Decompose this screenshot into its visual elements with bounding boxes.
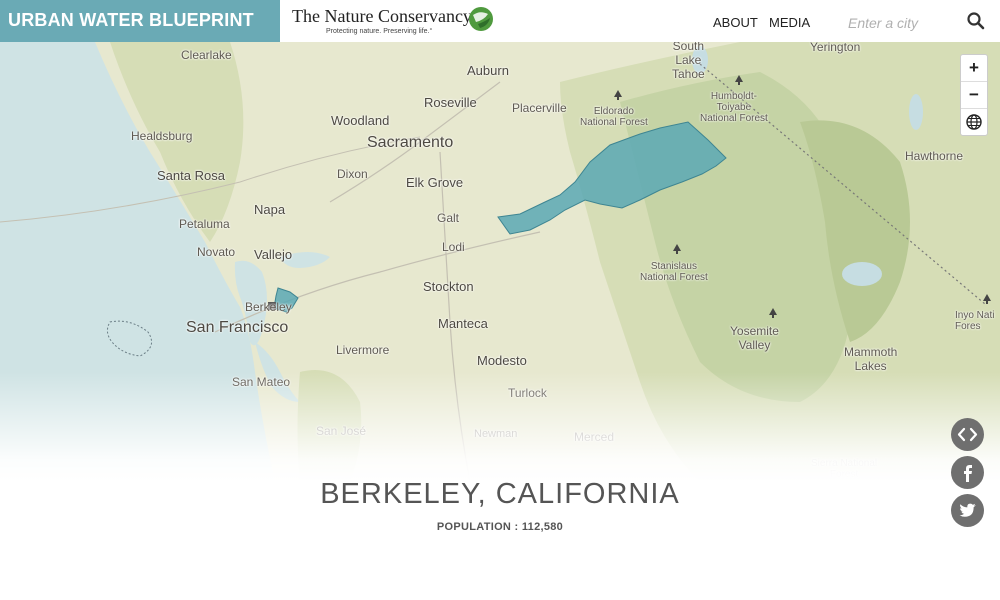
twitter-share-button[interactable] bbox=[951, 494, 984, 527]
label-healdsburg: Healdsburg bbox=[131, 129, 193, 143]
label-sierra-forest: Sierra National Forest bbox=[811, 458, 878, 480]
label-woodland: Woodland bbox=[331, 113, 390, 128]
label-petaluma: Petaluma bbox=[179, 217, 230, 231]
label-hawthorne: Hawthorne bbox=[905, 149, 964, 163]
nav-about-link[interactable]: ABOUT bbox=[713, 15, 758, 30]
label-humboldt-forest: Humboldt- Toiyabe National Forest bbox=[700, 91, 768, 124]
label-lodi: Lodi bbox=[442, 240, 465, 254]
zoom-out-button[interactable]: − bbox=[961, 82, 987, 109]
label-sacramento: Sacramento bbox=[367, 134, 454, 151]
label-modesto: Modesto bbox=[477, 353, 527, 368]
label-merced: Merced bbox=[574, 430, 615, 444]
label-yerington: Yerington bbox=[810, 42, 861, 54]
partner-tagline: Protecting nature. Preserving life.° bbox=[326, 28, 433, 35]
label-berkeley: Berkeley bbox=[245, 300, 292, 314]
label-napa: Napa bbox=[254, 202, 286, 217]
label-turlock: Turlock bbox=[508, 386, 547, 400]
terrain-map bbox=[0, 42, 1000, 482]
search-icon[interactable] bbox=[966, 11, 986, 31]
label-eldorado-forest: Eldorado National Forest bbox=[580, 106, 648, 128]
globe-leaf-logo-icon bbox=[469, 7, 493, 31]
globe-button[interactable] bbox=[961, 109, 987, 135]
label-livermore: Livermore bbox=[336, 343, 390, 357]
tree-icon bbox=[673, 244, 681, 254]
city-title: BERKELEY, CALIFORNIA bbox=[320, 478, 680, 510]
label-san-francisco: San Francisco bbox=[186, 319, 289, 336]
label-san-mateo: San Mateo bbox=[232, 375, 291, 389]
label-roseville: Roseville bbox=[424, 95, 477, 110]
facebook-share-button[interactable] bbox=[951, 456, 984, 489]
label-stockton: Stockton bbox=[423, 279, 474, 294]
label-placerville: Placerville bbox=[512, 101, 567, 115]
facebook-icon bbox=[964, 465, 972, 482]
tree-icon bbox=[735, 75, 743, 85]
embed-button[interactable] bbox=[951, 418, 984, 451]
city-search-input[interactable] bbox=[846, 12, 960, 34]
brand-title[interactable]: URBAN WATER BLUEPRINT bbox=[8, 10, 254, 31]
partner-name: The Nature Conservancy bbox=[292, 6, 472, 26]
twitter-icon bbox=[959, 503, 976, 517]
label-san-jose: San José bbox=[316, 424, 367, 438]
nav-media-link[interactable]: MEDIA bbox=[769, 15, 810, 30]
label-novato: Novato bbox=[197, 245, 236, 259]
brand-banner[interactable]: URBAN WATER BLUEPRINT bbox=[0, 0, 280, 42]
tree-icon bbox=[614, 90, 622, 100]
label-clearlake: Clearlake bbox=[181, 48, 232, 62]
tree-icon bbox=[769, 308, 777, 318]
tree-icon bbox=[983, 294, 991, 304]
zoom-control: + − bbox=[960, 54, 988, 136]
population-stat: POPULATION : 112,580 bbox=[436, 521, 564, 533]
label-dixon: Dixon bbox=[337, 167, 368, 181]
partner-logo[interactable]: The Nature Conservancy Protecting nature… bbox=[292, 6, 502, 38]
label-newman: Newman bbox=[474, 428, 518, 440]
top-bar: URBAN WATER BLUEPRINT The Nature Conserv… bbox=[0, 0, 1000, 42]
label-elk-grove: Elk Grove bbox=[406, 175, 464, 190]
label-stanislaus-forest: Stanislaus National Forest bbox=[640, 261, 708, 283]
embed-code-icon bbox=[957, 427, 978, 442]
zoom-in-button[interactable]: + bbox=[961, 55, 987, 82]
label-manteca: Manteca bbox=[438, 316, 488, 331]
label-galt: Galt bbox=[437, 211, 460, 225]
label-santa-rosa: Santa Rosa bbox=[157, 168, 225, 183]
label-inyo-forest: Inyo Nati Fores bbox=[955, 310, 995, 332]
label-mammoth-lakes: Mammoth Lakes bbox=[844, 345, 898, 373]
map-canvas[interactable]: Clearlake Auburn South Lake Tahoe Yering… bbox=[0, 42, 1000, 482]
globe-icon bbox=[966, 114, 982, 130]
label-yosemite: Yosemite Valley bbox=[730, 324, 779, 352]
label-vallejo: Vallejo bbox=[254, 247, 293, 262]
label-auburn: Auburn bbox=[467, 63, 509, 78]
label-south-lake-tahoe: South Lake Tahoe bbox=[672, 42, 705, 81]
